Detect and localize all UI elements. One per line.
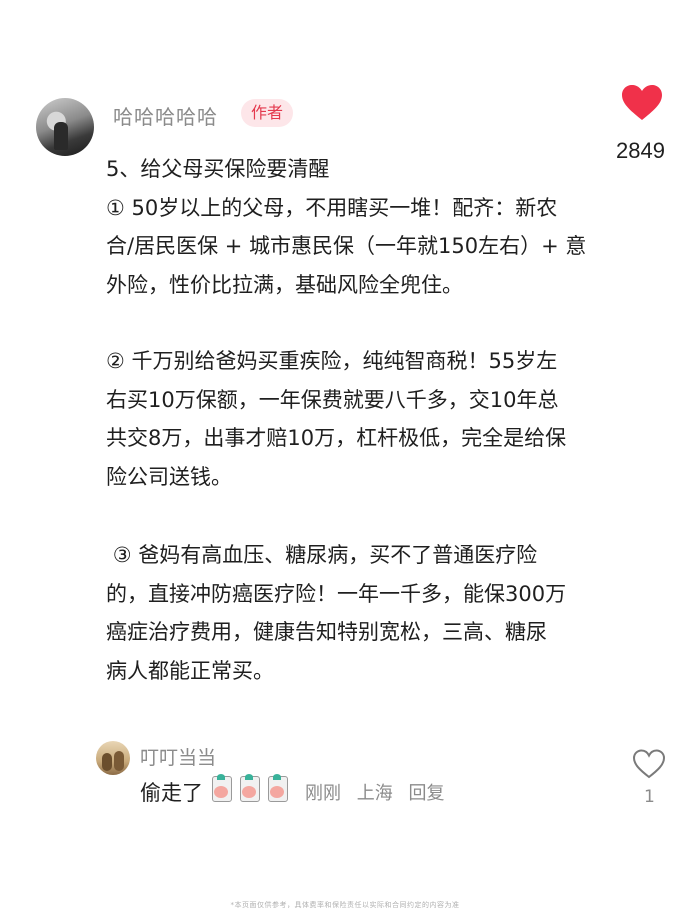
- post-paragraph-2: ② 千万别给爸妈买重疾险，纯纯智商税！55岁左 右买10万保额，一年保费就要八千…: [106, 349, 567, 489]
- comment-location: 上海: [356, 783, 393, 804]
- post-title: 5、给父母买保险要清醒: [106, 157, 330, 181]
- comment-stickers: [209, 774, 289, 802]
- disclaimer: *本页面仅供参考，具体费率和保险责任以实际和合同约定的内容为准: [230, 901, 460, 909]
- comment-meta: 刚刚 上海 回复: [305, 779, 454, 805]
- sticker-icon: [265, 774, 289, 802]
- sticker-icon: [209, 774, 233, 802]
- comment-text: 偷走了: [140, 781, 203, 805]
- reply-button[interactable]: 回复: [408, 783, 444, 804]
- comment-avatar[interactable]: [96, 741, 130, 775]
- heart-outline-icon[interactable]: [632, 748, 666, 780]
- post-body: 5、给父母买保险要清醒 ① 50岁以上的父母，不用瞎买一堆！配齐：新农 合/居民…: [106, 150, 636, 690]
- comment-time: 刚刚: [305, 783, 341, 804]
- comment-like-count: 1: [644, 787, 655, 807]
- author-name[interactable]: 哈哈哈哈哈: [113, 101, 218, 130]
- sticker-icon: [237, 774, 261, 802]
- post-paragraph-3: ③ 爸妈有高血压、糖尿病，买不了普通医疗险 的，直接冲防癌医疗险！一年一千多，能…: [106, 543, 567, 683]
- comment-author-name[interactable]: 叮叮当当: [140, 743, 216, 770]
- heart-filled-icon: [622, 85, 662, 120]
- author-avatar[interactable]: [36, 98, 94, 156]
- author-badge: 作者: [241, 99, 294, 127]
- like-button[interactable]: [610, 84, 674, 122]
- post-paragraph-1: ① 50岁以上的父母，不用瞎买一堆！配齐：新农 合/居民医保 + 城市惠民保（一…: [106, 195, 587, 297]
